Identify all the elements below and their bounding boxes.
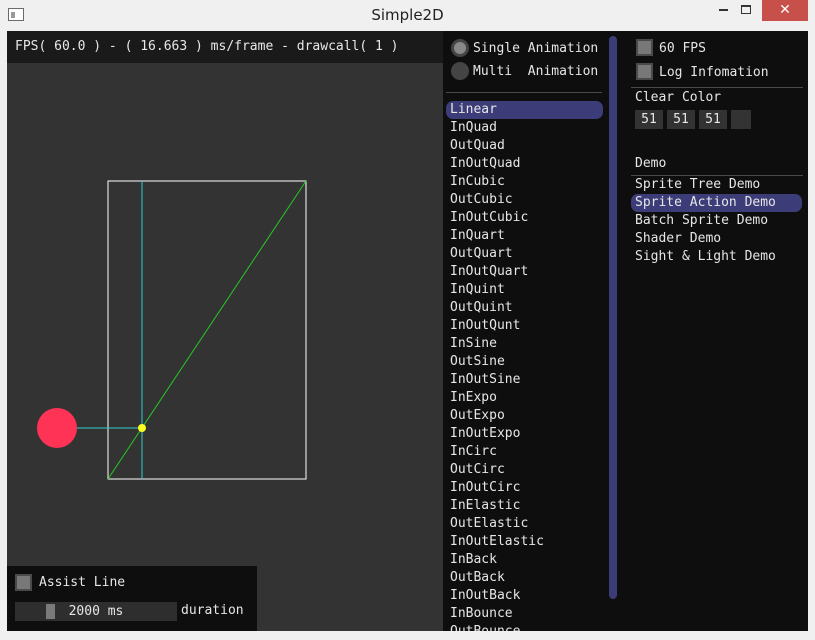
single-animation-radio[interactable] [451, 39, 469, 57]
easing-item-inoutsine[interactable]: InOutSine [446, 371, 603, 389]
minimize-button[interactable] [712, 0, 734, 21]
demo-item-batch-sprite-demo[interactable]: Batch Sprite Demo [631, 212, 802, 230]
close-icon: ✕ [779, 2, 791, 18]
single-animation-label: Single Animation [473, 41, 599, 56]
minimize-icon [718, 8, 728, 11]
assist-line-label: Assist Line [39, 575, 126, 590]
easing-item-outcubic[interactable]: OutCubic [446, 191, 603, 209]
easing-item-inoutelastic[interactable]: InOutElastic [446, 533, 603, 551]
easing-item-outcirc[interactable]: OutCirc [446, 461, 603, 479]
easing-item-outquart[interactable]: OutQuart [446, 245, 603, 263]
clear-color-green[interactable]: 51 [667, 110, 695, 129]
clear-color-label: Clear Color [635, 90, 722, 105]
easing-list: Linear InQuad OutQuad InOutQuad InCubic OutCu… [446, 101, 603, 631]
maximize-icon [741, 5, 751, 14]
easing-item-insine[interactable]: InSine [446, 335, 603, 353]
easing-item-outbounce[interactable]: OutBounce [446, 623, 603, 631]
window-title: Simple2D [371, 6, 444, 24]
settings-separator [631, 87, 803, 88]
duration-slider[interactable]: 2000 ms [15, 602, 177, 621]
assist-panel: Assist Line 2000 ms duration [7, 566, 257, 631]
settings-panel: 60 FPS Log Infomation Clear Color 51 51 … [628, 31, 808, 631]
easing-item-outquad[interactable]: OutQuad [446, 137, 603, 155]
demo-item-sprite-tree-demo[interactable]: Sprite Tree Demo [631, 176, 802, 194]
maximize-button[interactable] [735, 0, 757, 21]
easing-item-incubic[interactable]: InCubic [446, 173, 603, 191]
easing-item-outquint[interactable]: OutQuint [446, 299, 603, 317]
easing-scroll-thumb[interactable] [609, 36, 617, 599]
easing-item-inoutback[interactable]: InOutBack [446, 587, 603, 605]
close-button[interactable]: ✕ [762, 0, 808, 21]
easing-item-inback[interactable]: InBack [446, 551, 603, 569]
easing-item-outsine[interactable]: OutSine [446, 353, 603, 371]
mode-separator [446, 92, 602, 93]
demo-header: Demo [635, 156, 667, 171]
easing-item-inexpo[interactable]: InExpo [446, 389, 603, 407]
easing-item-inquart[interactable]: InQuart [446, 227, 603, 245]
easing-item-inoutcubic[interactable]: InOutCubic [446, 209, 603, 227]
easing-item-outexpo[interactable]: OutExpo [446, 407, 603, 425]
easing-item-inquad[interactable]: InQuad [446, 119, 603, 137]
scene-viewport: FPS( 60.0 ) - ( 16.663 ) ms/frame - draw… [7, 31, 443, 631]
title-bar: Simple2D ✕ [0, 0, 815, 31]
multi-animation-radio[interactable] [451, 62, 469, 80]
curve-marker [138, 424, 146, 432]
duration-value: 2000 ms [68, 604, 124, 619]
easing-item-incirc[interactable]: InCirc [446, 443, 603, 461]
demo-item-sight-light-demo[interactable]: Sight & Light Demo [631, 248, 802, 266]
multi-animation-label: Multi Animation [473, 64, 599, 79]
easing-item-inquint[interactable]: InQuint [446, 281, 603, 299]
duration-label: duration [181, 603, 244, 618]
easing-item-inbounce[interactable]: InBounce [446, 605, 603, 623]
easing-item-inoutcirc[interactable]: InOutCirc [446, 479, 603, 497]
window-bottom-border [0, 631, 815, 640]
easing-item-outelastic[interactable]: OutElastic [446, 515, 603, 533]
easing-item-linear[interactable]: Linear [446, 101, 603, 119]
easing-panel: Single Animation Multi Animation Linear I… [443, 31, 628, 631]
easing-item-inoutexpo[interactable]: InOutExpo [446, 425, 603, 443]
easing-item-outback[interactable]: OutBack [446, 569, 603, 587]
clear-color-swatch[interactable] [731, 110, 751, 129]
easing-item-inoutquad[interactable]: InOutQuad [446, 155, 603, 173]
easing-item-inelastic[interactable]: InElastic [446, 497, 603, 515]
easing-item-inoutqunt[interactable]: InOutQunt [446, 317, 603, 335]
assist-line-checkbox[interactable] [15, 574, 32, 591]
fps-status: FPS( 60.0 ) - ( 16.663 ) ms/frame - draw… [7, 31, 443, 63]
fps-60-checkbox[interactable] [636, 39, 653, 56]
animated-ball [37, 408, 77, 448]
demo-item-shader-demo[interactable]: Shader Demo [631, 230, 802, 248]
demo-item-sprite-action-demo[interactable]: Sprite Action Demo [631, 194, 802, 212]
fps-60-label: 60 FPS [659, 41, 706, 56]
clear-color-red[interactable]: 51 [635, 110, 663, 129]
easing-scrollbar[interactable] [606, 31, 620, 631]
easing-item-inoutquart[interactable]: InOutQuart [446, 263, 603, 281]
log-info-checkbox[interactable] [636, 63, 653, 80]
easing-curve [107, 180, 307, 480]
log-info-label: Log Infomation [659, 65, 769, 80]
easing-graph [37, 180, 307, 480]
clear-color-blue[interactable]: 51 [699, 110, 727, 129]
